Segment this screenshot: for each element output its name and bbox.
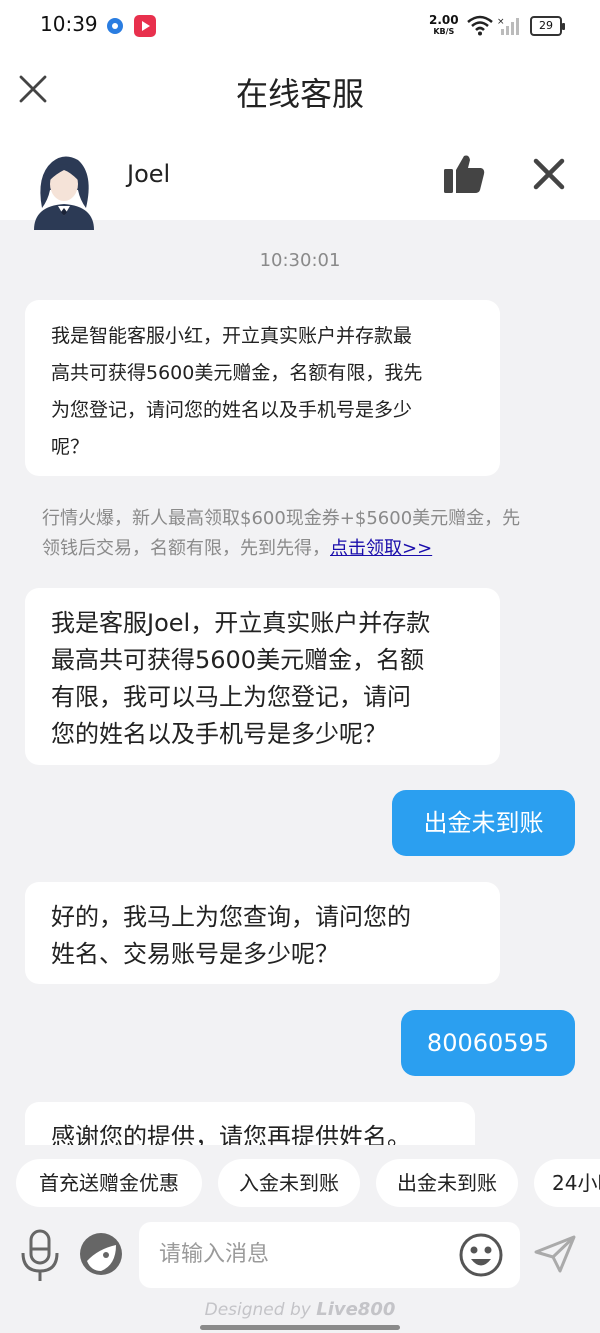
brand-logo: Live800 [316, 1299, 396, 1320]
message-timestamp: 10:30:01 [259, 250, 341, 271]
promo-notice: 行情火爆，新人最高领取$600现金券+$5600美元赠金，先 领钱后交易，名额有… [42, 504, 572, 564]
emoji-icon[interactable] [458, 1232, 504, 1278]
agent-header: Joel [0, 132, 600, 230]
svg-text:×: × [497, 17, 505, 27]
status-bar: 10:39 2.00 KB/S × 29 [0, 0, 600, 52]
agent-message: 我是客服Joel，开立真实账户并存款 最高共可获得5600美元赠金，名额 有限，… [25, 588, 500, 765]
battery-icon: 29 [530, 16, 565, 36]
message-input-bar: 请输入消息 [0, 1215, 600, 1295]
microphone-icon[interactable] [20, 1227, 60, 1283]
message-line: 感谢您的提供，请您再提供姓名。 [51, 1123, 411, 1145]
chat-messages[interactable]: 10:30:01 我是智能客服小红，开立真实账户并存款最 高共可获得5600美元… [0, 220, 600, 1145]
message-line: 有限，我可以马上为您登记，请问 [51, 683, 411, 711]
message-line: 我是客服Joel，开立真实账户并存款 [51, 609, 431, 637]
status-time: 10:39 [40, 12, 98, 36]
message-line: 高共可获得5600美元赠金，名额有限，我先 [51, 362, 423, 384]
message-line: 最高共可获得5600美元赠金，名额 [51, 646, 425, 674]
promo-line: 领钱后交易，名额有限，先到先得， [42, 538, 330, 559]
quick-reply-chip[interactable]: 入金未到账 [218, 1159, 360, 1207]
message-line: 姓名、交易账号是多少呢？ [51, 940, 339, 968]
promo-line: 行情火爆，新人最高领取$600现金券+$5600美元赠金，先 [42, 508, 521, 529]
thumbs-up-icon[interactable] [442, 152, 486, 196]
nav-bar: 在线客服 [0, 52, 600, 132]
send-icon[interactable] [534, 1235, 576, 1273]
user-message: 出金未到账 [392, 790, 575, 856]
quick-reply-chip[interactable]: 首充送赠金优惠 [16, 1159, 202, 1207]
promo-claim-link[interactable]: 点击领取>> [330, 538, 432, 559]
end-chat-icon[interactable] [531, 156, 567, 192]
agent-message: 感谢您的提供，请您再提供姓名。 [25, 1102, 475, 1145]
user-message: 80060595 [401, 1010, 575, 1076]
network-speed: 2.00 KB/S [429, 14, 459, 38]
page-title: 在线客服 [235, 75, 364, 113]
app-notification-icon [107, 18, 123, 34]
quick-reply-chip[interactable]: 出金未到账 [376, 1159, 518, 1207]
cell-signal-icon: × [497, 17, 519, 35]
video-app-notification-icon [134, 15, 156, 37]
designed-by-credit: Designed by Live800 [0, 1299, 600, 1320]
designed-by-label: Designed by [204, 1300, 311, 1320]
wifi-icon [467, 15, 493, 36]
quick-replies: 首充送赠金优惠 入金未到账 出金未到账 24小时 [0, 1145, 600, 1215]
message-line: 好的，我马上为您查询，请问您的 [51, 903, 411, 931]
footer: Designed by Live800 [0, 1295, 600, 1333]
quick-reply-chip[interactable]: 24小时 [534, 1159, 600, 1207]
agent-message: 我是智能客服小红，开立真实账户并存款最 高共可获得5600美元赠金，名额有限，我… [25, 300, 500, 476]
agent-name: Joel [127, 160, 171, 188]
network-speed-unit: KB/S [433, 27, 455, 36]
message-line: 为您登记，请问您的姓名以及手机号是多少 [51, 399, 413, 421]
message-line: 呢？ [51, 436, 90, 458]
sticker-icon[interactable] [78, 1231, 124, 1277]
network-speed-value: 2.00 [429, 13, 459, 27]
message-line: 您的姓名以及手机号是多少呢？ [51, 720, 387, 748]
home-indicator[interactable] [200, 1325, 400, 1330]
agent-message: 好的，我马上为您查询，请问您的 姓名、交易账号是多少呢？ [25, 882, 500, 984]
message-line: 我是智能客服小红，开立真实账户并存款最 [51, 325, 413, 347]
